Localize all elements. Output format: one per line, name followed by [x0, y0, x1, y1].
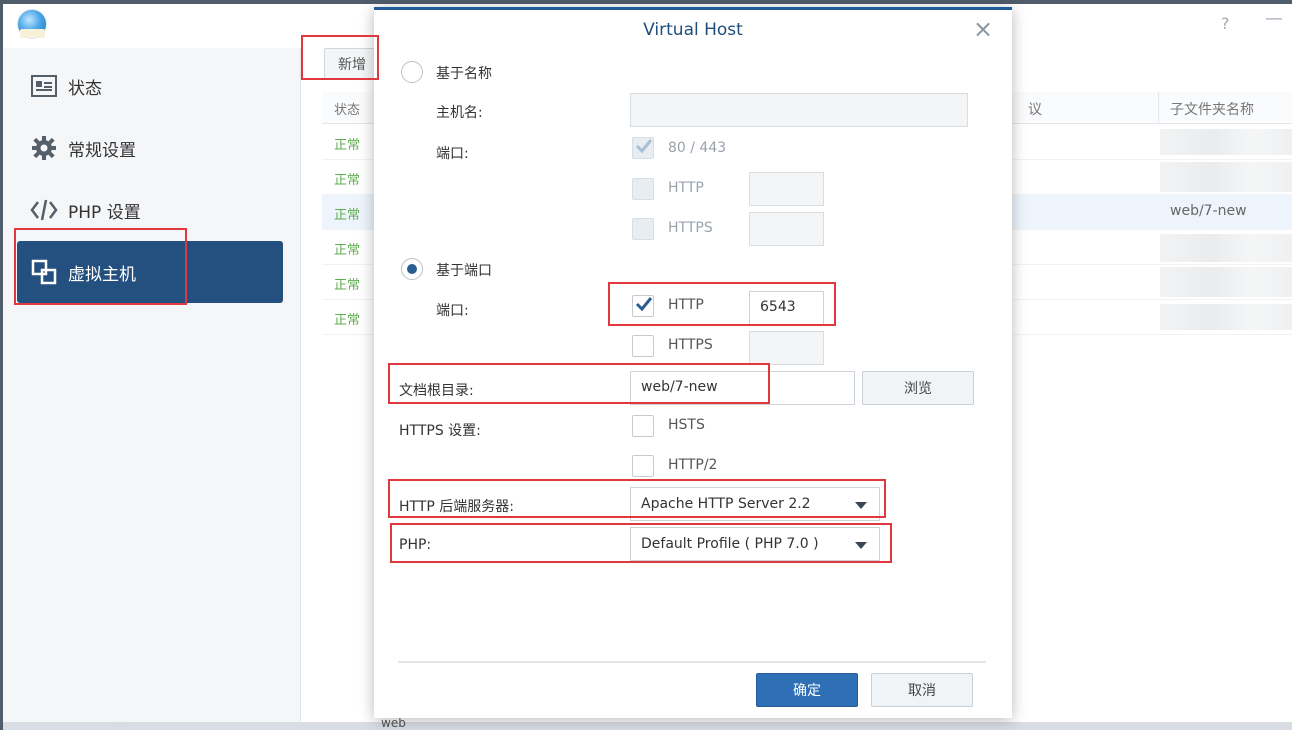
- name-https-checkbox[interactable]: [632, 218, 654, 240]
- backend-label: HTTP 后端服务器:: [399, 499, 514, 515]
- status-text: 正常: [334, 208, 361, 223]
- docroot-input[interactable]: web/7-new: [630, 371, 855, 405]
- http2-checkbox[interactable]: [632, 455, 654, 477]
- status-text: 正常: [334, 278, 361, 293]
- sidebar-item-virtual-host[interactable]: 虚拟主机: [17, 241, 283, 303]
- blurred-cell: [1160, 129, 1292, 155]
- name-http-label: HTTP: [668, 180, 704, 196]
- https-port-input[interactable]: [749, 331, 824, 365]
- sidebar-item-label: 状态: [68, 78, 102, 99]
- column-subfolder[interactable]: 子文件夹名称: [1170, 99, 1254, 119]
- name-https-port-input[interactable]: [749, 212, 824, 246]
- port-based-label: 基于端口: [436, 263, 492, 279]
- status-text: 正常: [334, 173, 361, 188]
- chevron-down-icon: [855, 542, 867, 549]
- sidebar-item-general-settings[interactable]: 常规设置: [17, 117, 283, 179]
- php-select-value: Default Profile ( PHP 7.0 ): [641, 536, 819, 552]
- port-label: 端口:: [436, 303, 469, 319]
- https-checkbox[interactable]: [632, 335, 654, 357]
- status-text: 正常: [334, 138, 361, 153]
- backend-select[interactable]: Apache HTTP Server 2.2: [630, 487, 880, 521]
- footer-divider: [398, 661, 986, 663]
- https-settings-label: HTTPS 设置:: [399, 423, 481, 439]
- default-port-text: 80 / 443: [668, 140, 727, 156]
- gear-icon: [29, 133, 59, 163]
- name-based-label: 基于名称: [436, 66, 492, 82]
- minimize-icon[interactable]: —: [1265, 8, 1283, 29]
- sidebar-item-label: 虚拟主机: [68, 264, 136, 285]
- virtual-host-icon: [29, 257, 59, 287]
- column-status[interactable]: 状态: [334, 99, 360, 118]
- sidebar-item-label: PHP 设置: [68, 202, 141, 223]
- default-port-checkbox[interactable]: [632, 137, 654, 159]
- ok-button[interactable]: 确定: [756, 673, 858, 707]
- hsts-label: HSTS: [668, 417, 705, 433]
- name-https-label: HTTPS: [668, 220, 713, 236]
- name-http-port-input[interactable]: [749, 172, 824, 206]
- blurred-cell: [1160, 234, 1292, 262]
- name-port-label: 端口:: [436, 146, 469, 162]
- code-icon: [29, 195, 59, 225]
- php-label: PHP:: [399, 537, 432, 553]
- hsts-checkbox[interactable]: [632, 415, 654, 437]
- http2-label: HTTP/2: [668, 457, 718, 473]
- column-divider: [1158, 92, 1159, 124]
- help-icon[interactable]: ?: [1221, 14, 1230, 33]
- blurred-cell: [1160, 304, 1292, 330]
- port-based-radio[interactable]: [401, 258, 423, 280]
- name-http-checkbox[interactable]: [632, 178, 654, 200]
- docroot-label: 文档根目录:: [399, 383, 474, 399]
- php-profile-select[interactable]: Default Profile ( PHP 7.0 ): [630, 527, 880, 561]
- blurred-cell: [1160, 162, 1292, 192]
- hostname-label: 主机名:: [436, 105, 483, 121]
- subfolder-text: web/7-new: [1170, 203, 1247, 219]
- status-card-icon: [29, 71, 59, 101]
- name-based-radio[interactable]: [401, 61, 423, 83]
- virtual-host-dialog: Virtual Host × 基于名称 主机名: 端口: 80 / 443 HT…: [374, 7, 1012, 718]
- hostname-input[interactable]: [630, 93, 968, 127]
- column-protocol[interactable]: 议: [1028, 99, 1042, 119]
- sidebar-item-php-settings[interactable]: PHP 设置: [17, 179, 283, 241]
- http-checkbox[interactable]: [632, 295, 654, 317]
- sidebar-item-label: 常规设置: [68, 140, 136, 161]
- status-text: 正常: [334, 313, 361, 328]
- blurred-cell: [1160, 267, 1292, 297]
- add-button[interactable]: 新增: [324, 48, 380, 80]
- http-label: HTTP: [668, 297, 704, 313]
- cancel-button[interactable]: 取消: [871, 673, 973, 707]
- web-station-logo: [17, 9, 47, 39]
- taskbar-strip: web: [3, 716, 1292, 730]
- browse-button[interactable]: 浏览: [862, 371, 974, 405]
- https-label: HTTPS: [668, 337, 713, 353]
- sidebar: 状态 常规设置 PHP 设置 虚拟主机 百胜手册编: [3, 48, 301, 730]
- bottom-fragment-text: web: [381, 716, 406, 730]
- http-port-input[interactable]: 6543: [749, 291, 824, 325]
- backend-select-value: Apache HTTP Server 2.2: [641, 496, 811, 512]
- dialog-title: Virtual Host: [643, 20, 743, 40]
- chevron-down-icon: [855, 502, 867, 509]
- status-text: 正常: [334, 243, 361, 258]
- sidebar-item-status[interactable]: 状态: [17, 55, 283, 117]
- close-icon[interactable]: ×: [972, 17, 994, 41]
